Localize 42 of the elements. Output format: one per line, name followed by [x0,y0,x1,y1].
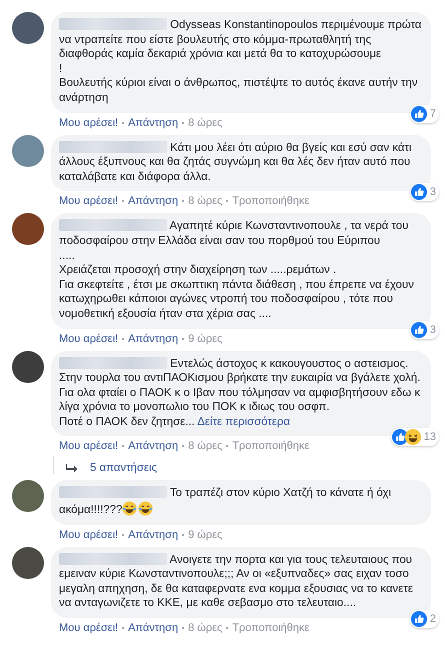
reply-link[interactable]: Απάντηση [128,440,178,452]
laughing-reaction-icon [404,429,421,446]
view-replies-link[interactable]: 5 απαντήσεις [90,462,158,474]
like-reaction-icon [410,106,427,122]
reaction-count: 3 [430,186,436,198]
reply-arrow-icon [66,464,78,473]
like-link[interactable]: Μου αρέσει! [59,528,118,541]
like-reaction-icon [392,429,408,446]
like-reaction-icon [410,184,427,200]
like-link[interactable]: Μου αρέσει! [59,116,118,129]
comment-text: Κάτι μου λέει ότι αύριο θα βγείς και εσύ σαν κάτι άλλους έξυπνους και θα ζητάς συγνώμη και θα λές δεν ήταν αυτό που καταλάβατε και διάφορα άλλα. [59,140,413,184]
see-more-link[interactable]: Δείτε περισσότερα [197,416,290,428]
avatar[interactable] [12,546,44,579]
reply-link[interactable]: Απάντηση [128,528,178,541]
avatar[interactable] [12,350,44,382]
like-link[interactable]: Μου αρέσει! [59,622,118,634]
comment-text: Ανοιγετε την πορτα και για τους τελευταιους που εμειναν κύριε Κωνσταντινοπουλε;;; Αν οι «εξυπναδες» σας ειχαν τοσο μεγαλη απηχηση, δε θα καταφερνατε ενα κομμα εξουσιας να το κανετε να ανταγωνιζετε το ΚΚΕ, με καθε σεβασμο στο τελευταιο.... [59,552,414,612]
edited-label: Τροποποιήθηκε [232,195,310,208]
reaction-count: 13 [424,431,436,444]
reply-link[interactable]: Απάντηση [128,622,178,634]
like-reaction-icon [410,611,427,628]
tears-of-joy-emoji-icon [122,501,138,516]
avatar[interactable] [12,213,44,246]
reply-link[interactable]: Απάντηση [128,332,178,344]
comment-text: Εντελώς άστοχος κ κακουγουστος ο αστεισμος. Στην τουρλα του αντιΠΑΟΚισμου βρήκατε την ευκαιρία να βγάλετε χολή. Για ολα φταίει ο ΠΑΟΚ κ ο Ιβαν που τόλμησαν να αμφισβητήσουν εδω κ λίγα χρόνια το μονοπωλιο του ΠΟΚ κ ιδιως του οσφπ. Ποτέ ο ΠΑΟΚ δεν ζητησε... Δείτε περισσότερα [59,356,422,430]
reply-link[interactable]: Απάντηση [128,116,178,129]
like-reaction-icon [410,322,427,338]
like-link[interactable]: Μου αρέσει! [59,332,118,344]
edited-label: Τροποποιήθηκε [232,622,310,634]
avatar[interactable] [12,12,44,44]
reaction-count: 7 [430,108,436,120]
comment-text: Το τραπέζι στον κύριο Χατζή το κάνατε ή όχι ακόμα!!!!??? [59,486,392,518]
reaction-count: 3 [430,324,436,336]
like-link[interactable]: Μου αρέσει! [59,195,118,208]
avatar[interactable] [12,480,44,512]
reply-link[interactable]: Απάντηση [128,195,178,208]
like-link[interactable]: Μου αρέσει! [59,440,118,452]
reaction-count: 2 [430,613,436,626]
comment-text: Odysseas Konstantinopoulos περιμένουμε πρώτα να ντραπείτε που είστε βουλευτής στο κόμμα-πρωταθλητή της διαφθοράς καμία δεκαριά χρόνια και μετά θα το κατοχυρώσουμε ! Βουλευτής κύριοι είναι ο άνθρωπος, πιστέψτε το αυτός έκανε αυτήν την ανάρτηση [59,18,423,106]
edited-label: Τροποποιήθηκε [232,440,310,452]
comment-text: Αγαπητέ κύριε Κωνσταντινοπουλε , τα νερά του ποδοσφαίρου στην Ελλάδα είναι σαν του πορθμού του Εύριπου ..... Χρειάζεται προσοχή στην διαχείρηση των .....ρεμάτων . Για σκεφτείτε , έτσι με σκωπτικη πάντα διάθεση , που έπρεπε να έχουν κατωχηρωθει κάποιοι αγώνες ντροπή του ποδοσφαίρου , τότε που νομοθετική εξουσία ήταν στα χέρια σας .... [59,219,415,322]
tears-of-joy-emoji-icon [138,501,154,516]
